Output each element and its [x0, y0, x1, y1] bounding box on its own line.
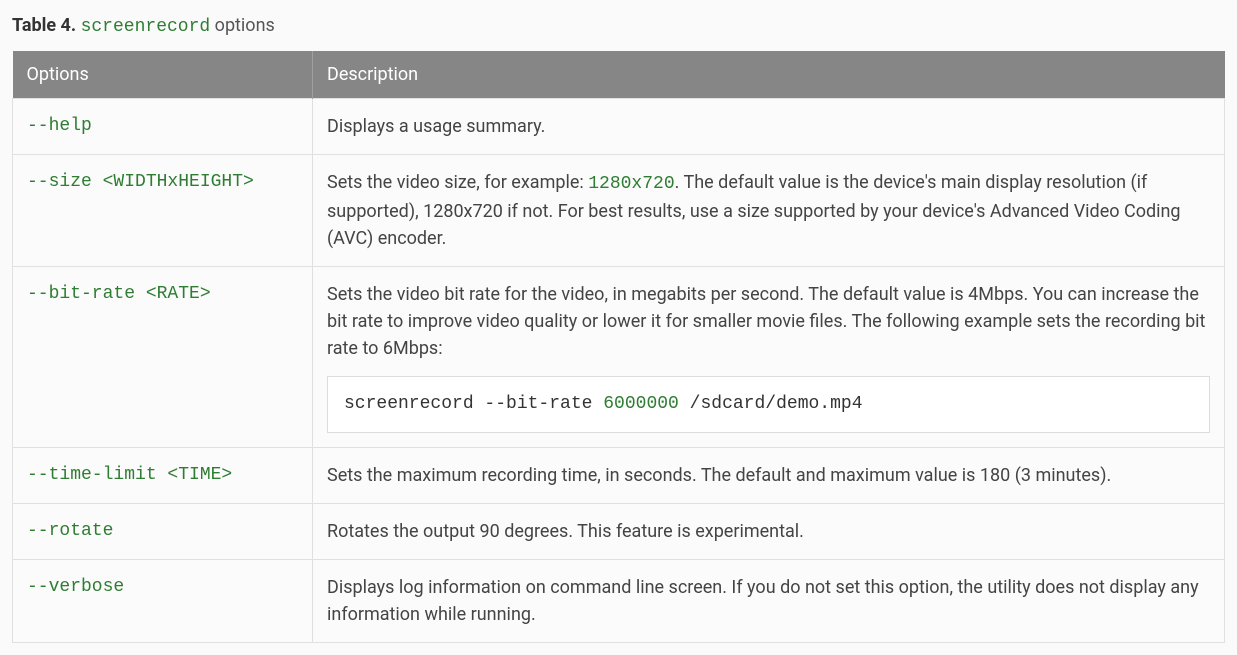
desc-timelimit: Sets the maximum recording time, in seco… — [313, 448, 1225, 504]
desc-size-code: 1280x720 — [588, 174, 674, 194]
option-bitrate: --bit-rate <RATE> — [13, 267, 313, 448]
desc-bitrate: Sets the video bit rate for the video, i… — [313, 267, 1225, 448]
desc-size: Sets the video size, for example: 1280x7… — [313, 155, 1225, 267]
desc-size-a: Sets the video size, for example: — [327, 172, 588, 193]
desc-verbose: Displays log information on command line… — [313, 560, 1225, 643]
options-table: Options Description --help Displays a us… — [12, 51, 1225, 643]
code-example: screenrecord --bit-rate 6000000 /sdcard/… — [327, 376, 1210, 433]
header-options: Options — [13, 51, 313, 99]
table-row: --rotate Rotates the output 90 degrees. … — [13, 504, 1225, 560]
option-verbose: --verbose — [13, 560, 313, 643]
code-example-b: /sdcard/demo.mp4 — [679, 394, 863, 414]
caption-code: screenrecord — [81, 17, 211, 37]
caption-bold: Table 4. — [12, 15, 76, 36]
code-example-num: 6000000 — [603, 394, 679, 414]
code-example-a: screenrecord --bit-rate — [344, 394, 603, 414]
desc-rotate: Rotates the output 90 degrees. This feat… — [313, 504, 1225, 560]
table-caption: Table 4. screenrecord options — [12, 12, 1225, 41]
table-row: --time-limit <TIME> Sets the maximum rec… — [13, 448, 1225, 504]
table-header-row: Options Description — [13, 51, 1225, 99]
desc-help: Displays a usage summary. — [313, 99, 1225, 155]
table-row: --verbose Displays log information on co… — [13, 560, 1225, 643]
table-row: --help Displays a usage summary. — [13, 99, 1225, 155]
option-timelimit: --time-limit <TIME> — [13, 448, 313, 504]
table-row: --size <WIDTHxHEIGHT> Sets the video siz… — [13, 155, 1225, 267]
caption-suffix: options — [215, 15, 275, 36]
header-description: Description — [313, 51, 1225, 99]
option-help: --help — [13, 99, 313, 155]
option-rotate: --rotate — [13, 504, 313, 560]
table-row: --bit-rate <RATE> Sets the video bit rat… — [13, 267, 1225, 448]
option-size: --size <WIDTHxHEIGHT> — [13, 155, 313, 267]
desc-bitrate-text: Sets the video bit rate for the video, i… — [327, 281, 1210, 362]
